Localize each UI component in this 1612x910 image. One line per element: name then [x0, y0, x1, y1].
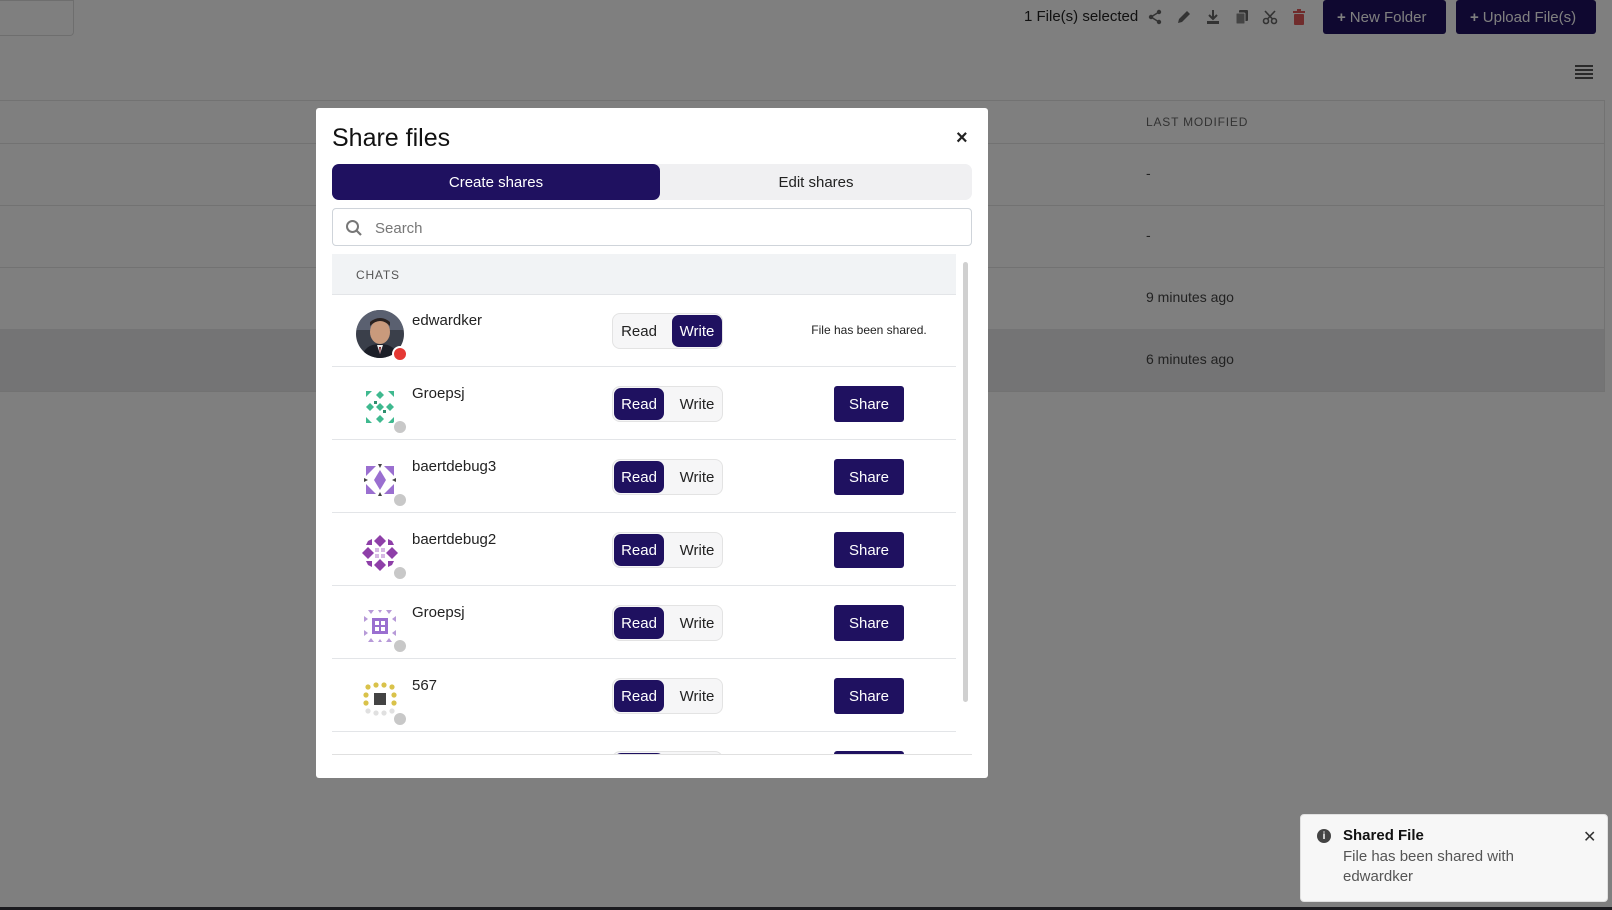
status-dot-offline	[392, 711, 408, 727]
toast-title: Shared File	[1343, 827, 1424, 844]
share-button[interactable]: Share	[834, 532, 904, 568]
write-option[interactable]: Write	[672, 607, 722, 639]
write-option[interactable]: Write	[672, 315, 722, 347]
search-input[interactable]	[373, 209, 967, 247]
chat-name: Groepsj	[412, 604, 465, 621]
status-dot-offline	[392, 565, 408, 581]
share-button[interactable]: Share	[834, 678, 904, 714]
status-dot-offline	[392, 492, 408, 508]
chat-row-partial	[332, 732, 956, 754]
permission-toggle: Read Write	[612, 459, 723, 495]
read-option[interactable]: Read	[614, 388, 664, 420]
chat-row: baertdebug2 Read Write Share	[332, 513, 956, 586]
list-scrollbar[interactable]	[963, 262, 968, 702]
permission-toggle	[612, 751, 723, 754]
share-button[interactable]: Share	[834, 605, 904, 641]
tab-edit-shares[interactable]: Edit shares	[660, 164, 972, 200]
permission-toggle: Read Write	[612, 386, 723, 422]
status-dot-offline	[392, 419, 408, 435]
chat-row: Groepsj Read Write Share	[332, 367, 956, 440]
share-tabs: Create shares Edit shares	[332, 164, 972, 200]
notification-toast: i Shared File File has been shared with …	[1300, 814, 1608, 902]
chat-list: CHATS edwardker Read Write File has been…	[332, 254, 972, 755]
chat-name: Groepsj	[412, 385, 465, 402]
status-dot-online	[392, 346, 408, 362]
shared-status-text: File has been shared.	[811, 323, 927, 337]
permission-toggle: Read Write	[612, 313, 723, 349]
share-button[interactable]: Share	[834, 386, 904, 422]
chat-name: baertdebug2	[412, 531, 497, 548]
read-option[interactable]: Read	[614, 534, 664, 566]
write-option[interactable]	[672, 753, 722, 754]
read-option[interactable]: Read	[614, 607, 664, 639]
write-option[interactable]: Write	[672, 680, 722, 712]
read-option[interactable]: Read	[614, 461, 664, 493]
read-option[interactable]: Read	[614, 680, 664, 712]
modal-title: Share files	[332, 124, 451, 152]
chat-row: edwardker Read Write File has been share…	[332, 294, 956, 367]
write-option[interactable]: Write	[672, 388, 722, 420]
section-label: CHATS	[356, 268, 400, 282]
chat-name: edwardker	[412, 312, 483, 329]
write-option[interactable]: Write	[672, 534, 722, 566]
write-option[interactable]: Write	[672, 461, 722, 493]
read-option[interactable]: Read	[614, 315, 664, 347]
permission-toggle: Read Write	[612, 678, 723, 714]
chats-section-header: CHATS	[332, 254, 956, 295]
share-files-modal: Share files × Create shares Edit shares …	[316, 108, 988, 778]
chat-name: 567	[412, 677, 438, 694]
toast-message: File has been shared with edwardker	[1343, 848, 1514, 885]
share-button[interactable]	[834, 751, 904, 754]
info-icon: i	[1317, 829, 1331, 843]
chat-row: Groepsj Read Write Share	[332, 586, 956, 659]
search-icon	[345, 219, 363, 237]
permission-toggle: Read Write	[612, 532, 723, 568]
close-icon[interactable]: ×	[956, 128, 968, 148]
status-dot-offline	[392, 638, 408, 654]
chat-search	[332, 208, 972, 247]
permission-toggle: Read Write	[612, 605, 723, 641]
share-button[interactable]: Share	[834, 459, 904, 495]
chat-name: baertdebug3	[412, 458, 497, 475]
tab-create-shares[interactable]: Create shares	[332, 164, 660, 200]
close-icon[interactable]: ✕	[1583, 827, 1596, 847]
chat-row: baertdebug3 Read Write Share	[332, 440, 956, 513]
chat-row: 567 Read Write Share	[332, 659, 956, 732]
read-option[interactable]	[614, 753, 664, 754]
